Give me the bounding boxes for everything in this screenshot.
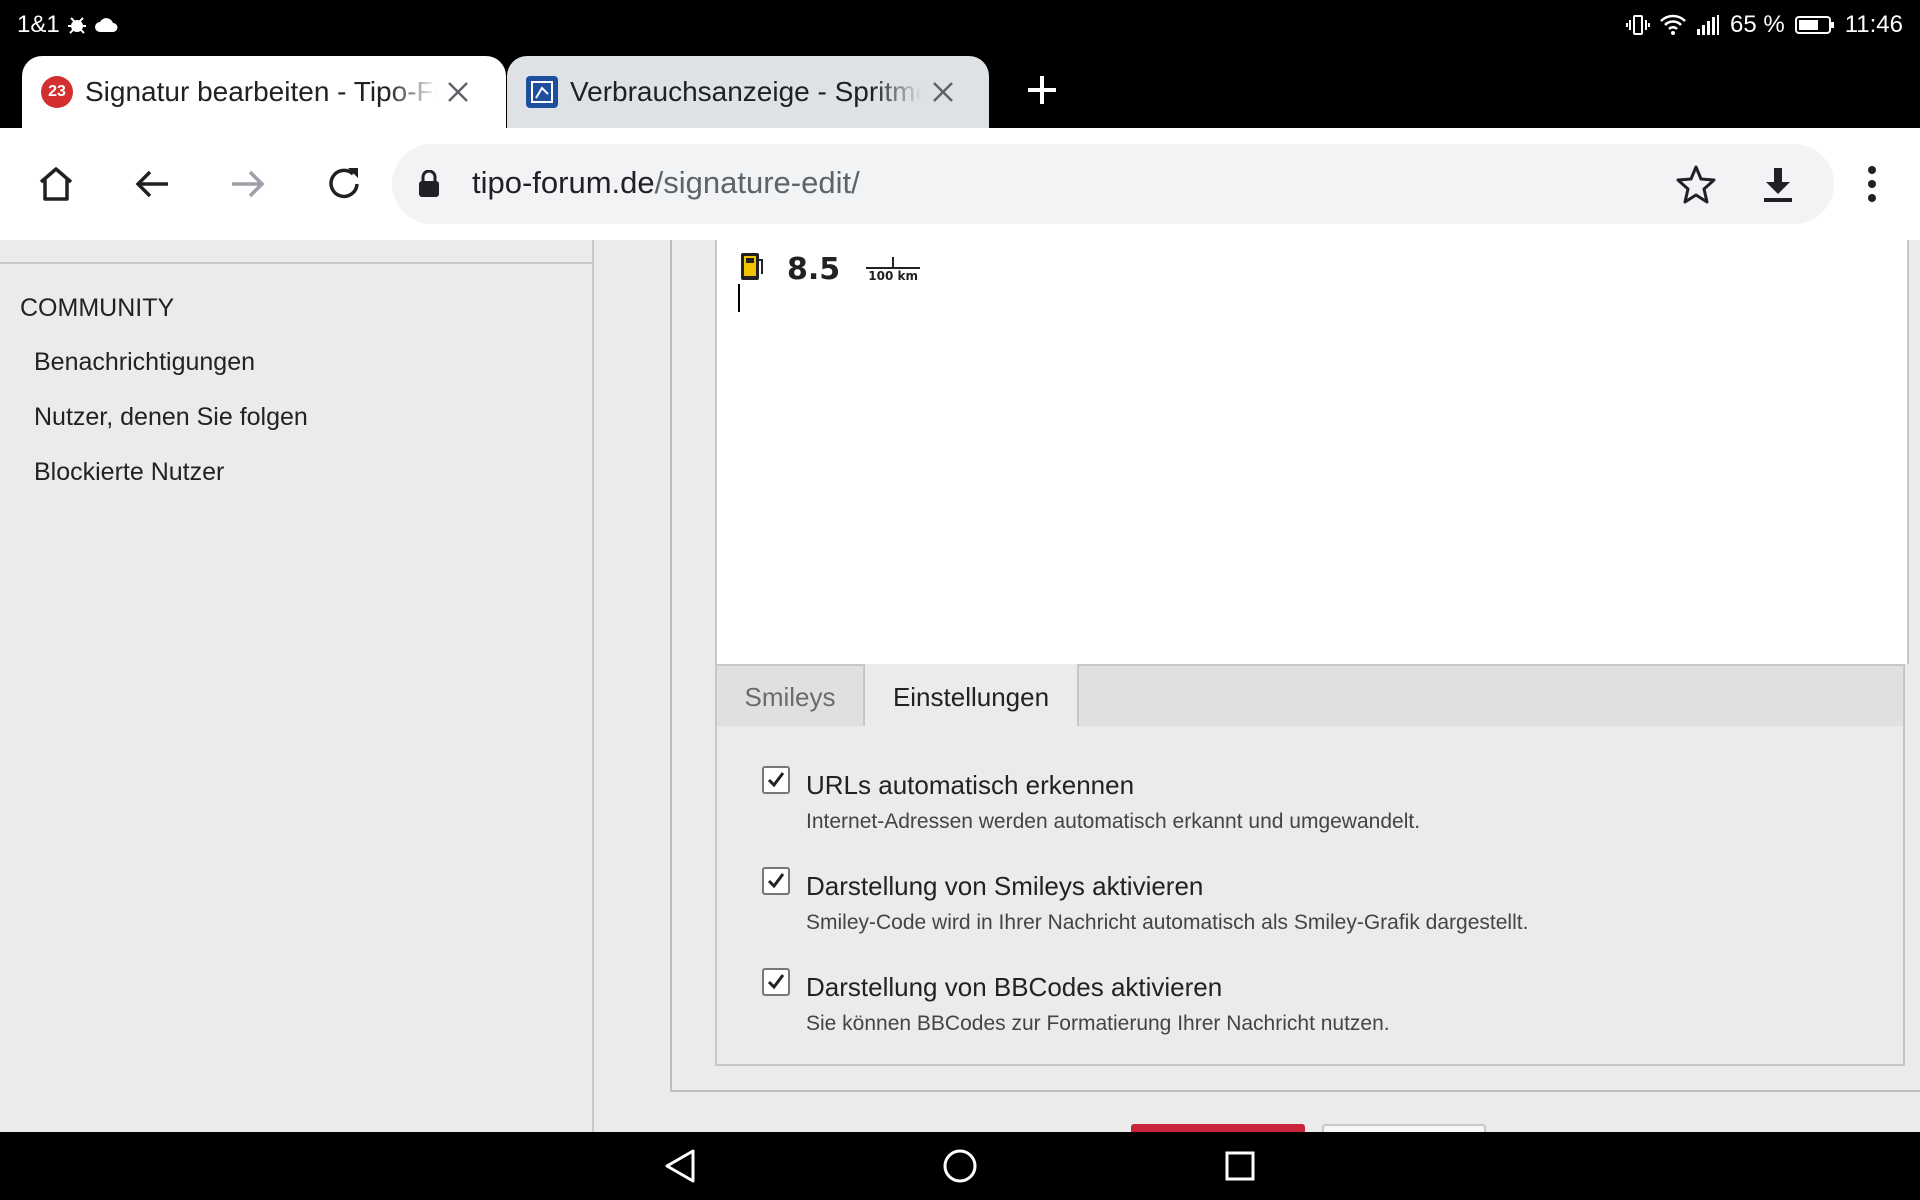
status-bar: 1&1 65 % 11:46 <box>0 0 1920 48</box>
url-path: /signature-edit/ <box>654 165 860 200</box>
address-bar[interactable]: tipo-forum.de/signature-edit/ <box>392 144 1834 224</box>
sidebar-item-blockierte-nutzer[interactable]: Blockierte Nutzer <box>34 458 224 487</box>
text-cursor <box>738 284 740 312</box>
preview-button[interactable] <box>1322 1124 1486 1132</box>
urls-checkbox[interactable] <box>762 766 790 794</box>
option-description: Sie können BBCodes zur Formatierung Ihre… <box>806 1012 1390 1035</box>
submit-button[interactable] <box>1131 1124 1305 1132</box>
option-description: Internet-Adressen werden automatisch erk… <box>806 810 1421 833</box>
sidebar: COMMUNITY Benachrichtigungen Nutzer, den… <box>0 240 594 1132</box>
download-icon[interactable] <box>1758 164 1798 209</box>
signature-preview: 8.5 100 km <box>739 250 921 287</box>
spritmonitor-favicon-icon <box>526 76 558 108</box>
page-content: COMMUNITY Benachrichtigungen Nutzer, den… <box>0 240 1920 1132</box>
wifi-icon <box>1660 14 1686 36</box>
close-tab-icon[interactable] <box>928 77 958 107</box>
tab-smileys[interactable]: Smileys <box>717 664 865 730</box>
checkmark-icon <box>767 873 785 889</box>
tipo-forum-favicon-icon: 23 <box>41 76 73 108</box>
option-label[interactable]: URLs automatisch erkennen <box>806 770 1134 801</box>
back-arrow-icon[interactable] <box>132 164 172 204</box>
sidebar-item-nutzer-folgen[interactable]: Nutzer, denen Sie folgen <box>34 403 308 432</box>
settings-panel: URLs automatisch erkennen Internet-Adres… <box>715 726 1905 1066</box>
checkmark-icon <box>767 772 785 788</box>
nav-back-icon[interactable] <box>660 1146 700 1186</box>
signal-icon <box>1696 14 1720 36</box>
divider <box>0 262 592 264</box>
url-text[interactable]: tipo-forum.de/signature-edit/ <box>472 165 860 201</box>
vibrate-icon <box>1626 13 1651 37</box>
option-label[interactable]: Darstellung von Smileys aktivieren <box>806 871 1203 902</box>
tab-einstellungen[interactable]: Einstellungen <box>865 664 1079 730</box>
signature-editor[interactable]: 8.5 100 km <box>715 240 1909 664</box>
battery-percent: 65 % <box>1730 11 1785 38</box>
bookmark-star-icon[interactable] <box>1676 164 1716 209</box>
sidebar-section-community: COMMUNITY <box>20 294 175 322</box>
option-description: Smiley-Code wird in Ihrer Nachricht auto… <box>806 911 1529 934</box>
tab-title: Verbrauchsanzeige - Spritmonitor <box>570 76 922 107</box>
editor-tab-bar: Smileys Einstellungen <box>715 664 1905 730</box>
tab-signatur-bearbeiten[interactable]: 23 Signatur bearbeiten - Tipo-Forum <box>22 56 506 128</box>
battery-icon <box>1794 15 1835 35</box>
lock-icon[interactable] <box>418 169 440 203</box>
bug-icon <box>66 14 88 36</box>
sidebar-item-benachrichtigungen[interactable]: Benachrichtigungen <box>34 348 255 377</box>
unit-liter-mark <box>892 257 895 267</box>
new-tab-plus-icon[interactable] <box>1024 72 1060 108</box>
tab-title: Signatur bearbeiten - Tipo-Forum <box>85 76 437 107</box>
fuel-pump-icon <box>739 250 765 287</box>
forward-arrow-icon[interactable] <box>228 164 268 204</box>
favicon-text: 23 <box>48 83 66 100</box>
close-tab-icon[interactable] <box>443 77 473 107</box>
menu-dots-icon[interactable] <box>1860 160 1884 213</box>
smileys-checkbox[interactable] <box>762 867 790 895</box>
tab-strip: 23 Signatur bearbeiten - Tipo-Forum Verb… <box>0 48 1920 128</box>
cloud-icon <box>94 17 118 33</box>
home-icon[interactable] <box>36 164 76 204</box>
option-label[interactable]: Darstellung von BBCodes aktivieren <box>806 972 1222 1003</box>
url-domain: tipo-forum.de <box>472 165 655 200</box>
system-nav-bar <box>0 1132 1920 1200</box>
carrier-label: 1&1 <box>17 11 60 38</box>
tab-verbrauchsanzeige[interactable]: Verbrauchsanzeige - Spritmonitor <box>507 56 989 128</box>
nav-recents-icon[interactable] <box>1220 1146 1260 1186</box>
unit-km-label: 100 km <box>868 269 919 283</box>
browser-toolbar: tipo-forum.de/signature-edit/ <box>0 128 1920 240</box>
checkmark-icon <box>767 974 785 990</box>
nav-home-icon[interactable] <box>940 1146 980 1186</box>
clock: 11:46 <box>1844 11 1903 38</box>
bbcodes-checkbox[interactable] <box>762 968 790 996</box>
reload-icon[interactable] <box>324 164 364 204</box>
consumption-unit: 100 km <box>866 257 921 283</box>
consumption-value: 8.5 <box>787 252 841 287</box>
